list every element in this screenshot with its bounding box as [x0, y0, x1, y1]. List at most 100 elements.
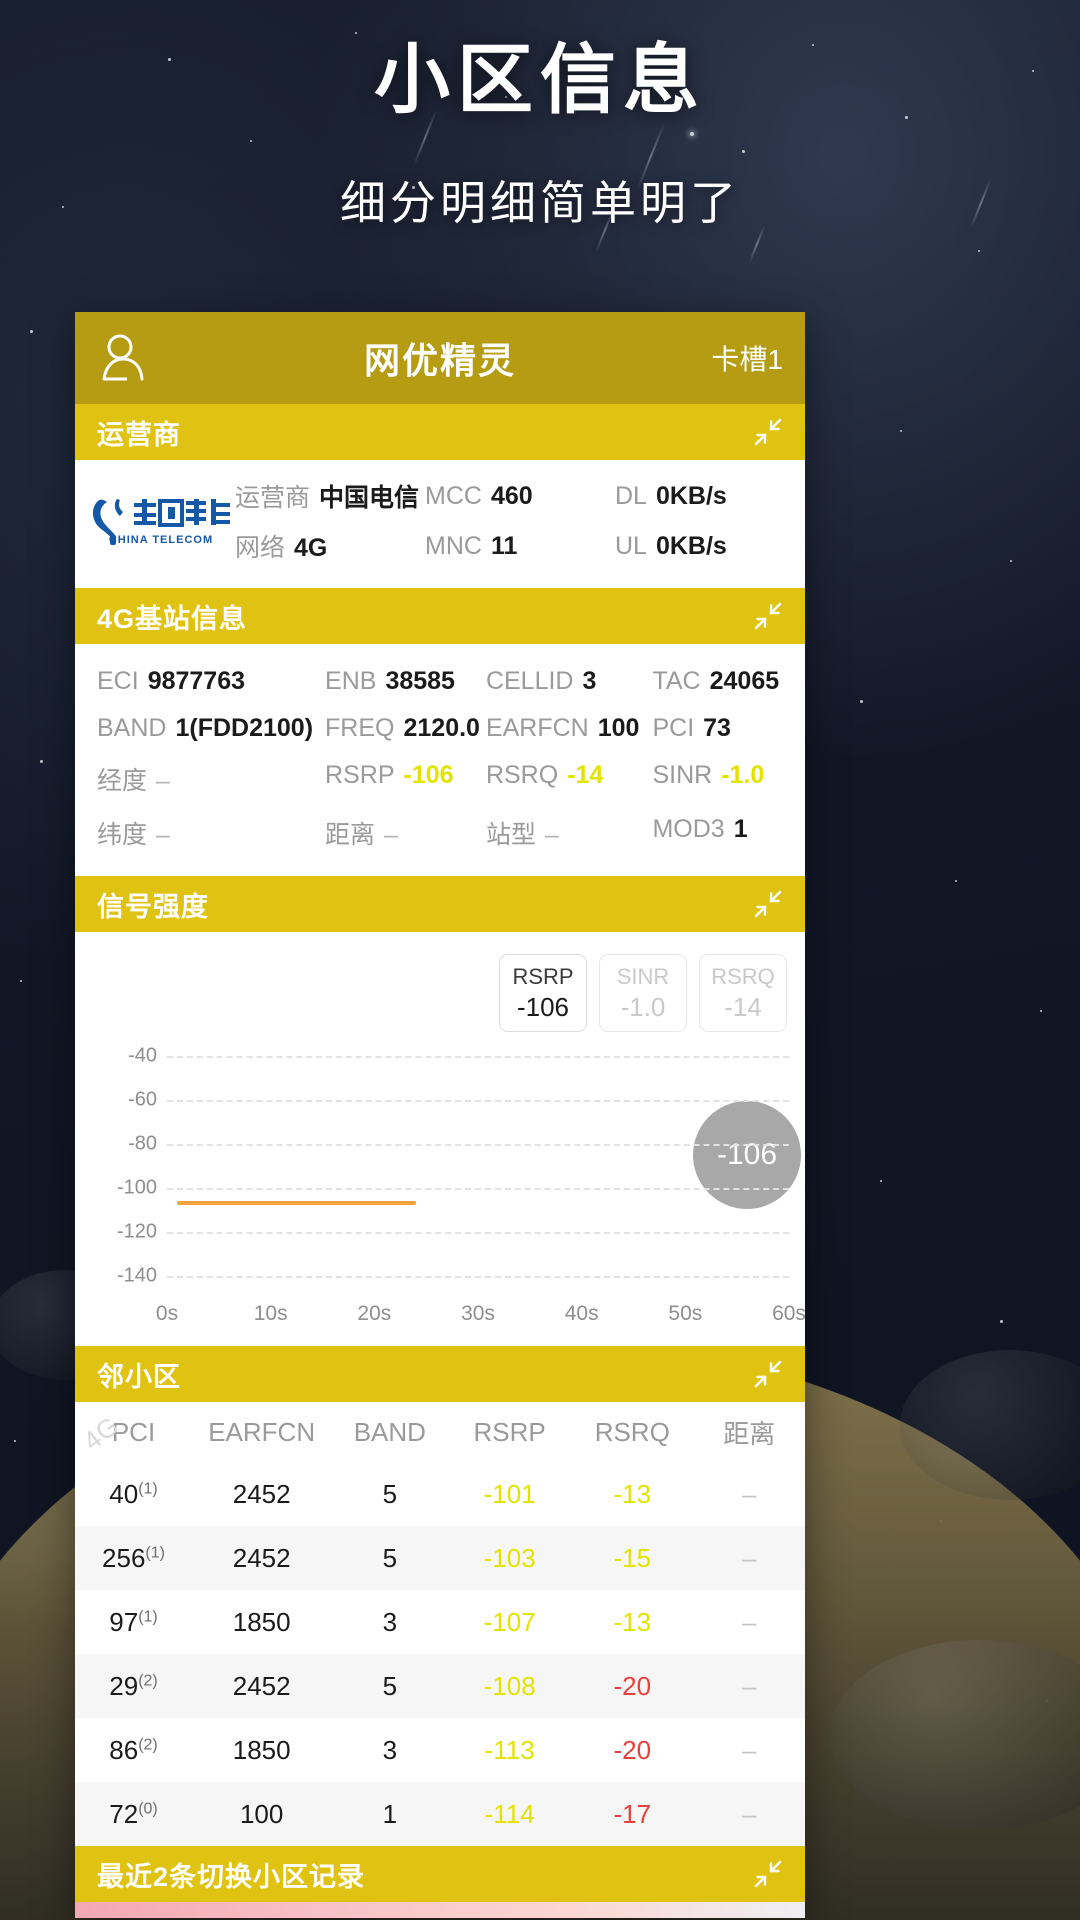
- chart-gridline: [167, 1188, 789, 1190]
- field-value: 73: [703, 714, 731, 742]
- chart-plot-area: -106 -40 -60 -80 -100 -120 -140: [75, 1044, 805, 1294]
- metric-chip-value: -1.0: [620, 991, 666, 1022]
- neighbor-cell-table: 4G PCI EARFCN BAND RSRP RSRQ 距离 40(1) 2452 5 -10…: [75, 1402, 805, 1846]
- operator-field: DL 0KB/s: [615, 482, 805, 511]
- field-key: ECI: [97, 667, 139, 695]
- basestation-field: FREQ 2120.0: [313, 705, 480, 752]
- basestation-field: BAND 1(FDD2100): [75, 705, 313, 752]
- star: [1040, 1010, 1042, 1012]
- metric-chip-rsrq[interactable]: RSRQ -14: [699, 954, 787, 1032]
- cell-earfcn: 1850: [232, 1734, 291, 1765]
- field-key: FREQ: [325, 714, 395, 742]
- field-value: 38585: [385, 667, 455, 695]
- field-key: UL: [615, 531, 647, 560]
- chart-x-tick-label: 50s: [668, 1302, 703, 1325]
- section-body-basestation: ECI 9877763 ENB 38585 CELLID 3 TAC 24065 BAND 1(F…: [75, 644, 805, 876]
- chart-y-tick-label: -60: [128, 1088, 157, 1111]
- table-column-header: RSRP: [473, 1416, 546, 1447]
- chart-x-tick-label: 0s: [155, 1302, 179, 1325]
- field-value: 4G: [294, 534, 328, 562]
- field-key: MOD3: [652, 815, 725, 843]
- cell-distance: –: [742, 1606, 757, 1637]
- field-key: 站型: [485, 821, 536, 849]
- current-value-bubble: -106: [693, 1101, 801, 1209]
- basestation-field: TAC 24065: [642, 658, 805, 705]
- section-header-operator[interactable]: 运营商: [75, 404, 805, 460]
- field-key: CELLID: [485, 667, 574, 695]
- table-column-header: PCI: [111, 1416, 156, 1447]
- field-key: MNC: [425, 531, 482, 560]
- cell-pci: 97(1): [109, 1606, 158, 1637]
- star: [14, 1440, 16, 1442]
- table-row[interactable]: 29(2) 2452 5 -108 -20 –: [75, 1654, 805, 1718]
- cell-band: 5: [382, 1478, 398, 1509]
- collapse-arrows-icon[interactable]: [753, 1359, 783, 1389]
- star: [955, 880, 957, 882]
- table-row[interactable]: 256(1) 2452 5 -103 -15 –: [75, 1526, 805, 1590]
- star: [30, 330, 33, 333]
- cell-rsrq: -15: [613, 1542, 652, 1573]
- field-key: ENB: [325, 667, 377, 695]
- star: [1000, 1320, 1003, 1323]
- basestation-field: ECI 9877763: [75, 658, 313, 705]
- star: [978, 250, 980, 252]
- chart-x-axis: 0s 10s 20s 30s 40s 50s 60s: [75, 1296, 806, 1340]
- chart-x-tick-label: 10s: [253, 1302, 288, 1325]
- section-header-neighbor[interactable]: 邻小区: [75, 1346, 805, 1402]
- basestation-field: PCI 73: [642, 705, 805, 752]
- sim-slot-label[interactable]: 卡槽1: [711, 338, 783, 378]
- section-header-signal[interactable]: 信号强度: [75, 876, 805, 932]
- cell-distance: –: [742, 1542, 757, 1573]
- table-row[interactable]: 72(0) 100 1 -114 -17 –: [75, 1782, 805, 1846]
- promo-subtitle: 细分明细简单明了: [340, 177, 740, 230]
- field-key: 运营商: [235, 484, 311, 512]
- field-value: 9877763: [147, 667, 246, 695]
- cell-band: 3: [382, 1606, 398, 1637]
- section-header-basestation[interactable]: 4G基站信息: [75, 588, 805, 644]
- app-screenshot-card: 网优精灵 卡槽1 运营商 CHINA TELECOM 运营商 中国电信 MCC …: [75, 312, 806, 1918]
- metric-chip-rsrp[interactable]: RSRP -106: [499, 954, 587, 1032]
- field-value: –: [544, 821, 559, 849]
- cell-earfcn: 2452: [232, 1478, 291, 1509]
- field-value: 100: [597, 714, 640, 742]
- operator-field: MNC 11: [425, 532, 615, 561]
- table-column-header: RSRQ: [594, 1416, 670, 1447]
- basestation-field: 纬度 –: [75, 806, 313, 860]
- collapse-arrows-icon[interactable]: [753, 417, 783, 447]
- metric-chip-row: RSRP -106 SINR -1.0 RSRQ -14: [75, 940, 805, 1038]
- section-title-basestation: 4G基站信息: [97, 603, 248, 634]
- promo-block: 小区信息 细分明细简单明了: [0, 38, 1080, 233]
- section-title-operator: 运营商: [97, 419, 181, 450]
- svg-text:CHINA TELECOM: CHINA TELECOM: [109, 534, 213, 546]
- metric-chip-sinr[interactable]: SINR -1.0: [599, 954, 687, 1032]
- chart-y-tick-label: -40: [128, 1044, 157, 1067]
- star: [355, 32, 357, 34]
- table-row[interactable]: 86(2) 1850 3 -113 -20 –: [75, 1718, 805, 1782]
- cell-distance: –: [742, 1734, 757, 1765]
- section-header-handover[interactable]: 最近2条切换小区记录: [75, 1846, 805, 1902]
- field-value: 3: [582, 667, 597, 695]
- cell-pci: 256(1): [102, 1542, 165, 1573]
- collapse-arrows-icon[interactable]: [753, 601, 783, 631]
- collapse-arrows-icon[interactable]: [753, 889, 783, 919]
- cell-distance: –: [742, 1798, 757, 1829]
- chart-x-tick-label: 60s: [772, 1302, 806, 1325]
- chart-x-tick-label: 30s: [461, 1302, 495, 1325]
- chart-x-tick-label: 40s: [564, 1302, 599, 1325]
- user-avatar-icon[interactable]: [97, 332, 149, 384]
- chart-gridline: [167, 1056, 789, 1058]
- cell-earfcn: 2452: [232, 1670, 291, 1701]
- cell-rsrq: -17: [613, 1798, 652, 1829]
- table-row[interactable]: 97(1) 1850 3 -107 -13 –: [75, 1590, 805, 1654]
- star: [880, 1180, 882, 1182]
- table-row[interactable]: 40(1) 2452 5 -101 -13 –: [75, 1462, 805, 1526]
- bottom-color-strip: [75, 1902, 805, 1918]
- china-telecom-logo: CHINA TELECOM: [75, 495, 235, 547]
- field-value: –: [384, 821, 398, 849]
- cell-rsrp: -103: [483, 1542, 536, 1573]
- metric-chip-name: RSRQ: [711, 964, 775, 989]
- collapse-arrows-icon[interactable]: [753, 1859, 783, 1889]
- field-value: 11: [490, 531, 518, 560]
- cell-pci: 29(2): [109, 1670, 158, 1701]
- cell-pci: 86(2): [109, 1734, 158, 1765]
